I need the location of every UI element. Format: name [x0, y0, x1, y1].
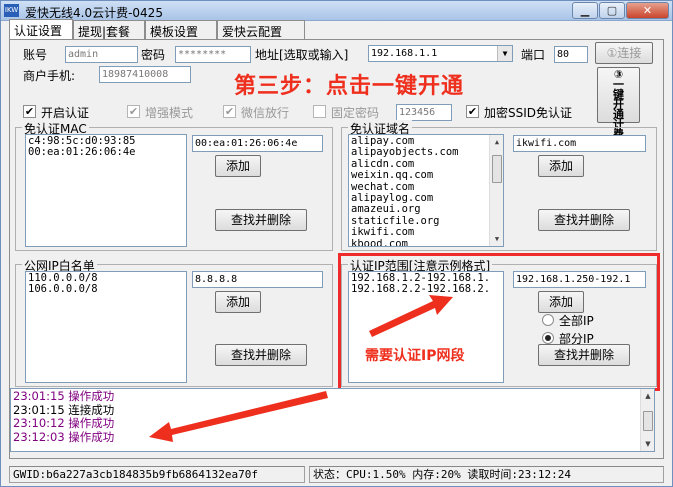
log-scrollbar[interactable]: ▲ ▼: [640, 389, 654, 451]
scroll-up-icon[interactable]: ▲: [490, 135, 503, 149]
list-item[interactable]: ikwifi.com: [351, 226, 501, 238]
port-input[interactable]: 80: [554, 46, 588, 63]
domain-input[interactable]: ikwifi.com: [513, 135, 646, 152]
encrypted-ssid-checkbox[interactable]: ✔: [466, 105, 479, 118]
merchant-phone-label: 商户手机:: [23, 69, 76, 83]
app-window: IKW 爱快无线4.0云计费-0425 ▁ ▢ ✕ 认证设置 提现|套餐 模板设…: [0, 0, 673, 487]
ip-range-note: 需要认证IP网段: [365, 348, 465, 364]
mac-list[interactable]: c4:98:5c:d0:93:85 00:ea:01:26:06:4e: [25, 134, 187, 247]
step3-annotation-text: 第三步：点击一键开通: [234, 74, 465, 99]
mac-find-delete-button[interactable]: 查找并删除: [215, 209, 307, 231]
close-button[interactable]: ✕: [626, 2, 669, 19]
maximize-button[interactable]: ▢: [599, 2, 625, 19]
tab-withdraw-packages[interactable]: 提现|套餐: [73, 20, 145, 39]
encrypted-ssid-label: 加密SSID免认证: [484, 106, 573, 120]
tab-cloud-config[interactable]: 爱快云配置: [217, 20, 305, 39]
public-ip-input[interactable]: 8.8.8.8: [192, 271, 323, 288]
highlight-box: [338, 253, 660, 391]
one-click-activate-button[interactable]: ③ 一 键 开 通 计 费: [597, 67, 640, 140]
mac-input[interactable]: 00:ea:01:26:06:4e: [192, 135, 323, 152]
log-entry: 23:01:15 操作成功: [13, 389, 115, 403]
log-entry: 23:01:15 连接成功: [13, 402, 115, 417]
account-input[interactable]: admin: [65, 46, 138, 63]
wechat-allow-label: 微信放行: [241, 106, 290, 120]
address-value: 192.168.1.1: [371, 48, 438, 59]
scroll-thumb[interactable]: [643, 411, 653, 431]
password-label: 密码: [141, 48, 166, 62]
fixed-password-input[interactable]: 123456: [396, 104, 452, 121]
domain-add-button[interactable]: 添加: [538, 155, 584, 177]
status-cell: 状态：CPU:1.50% 内存:20% 读取时间:23:12:24: [309, 466, 664, 483]
public-ip-find-delete-button[interactable]: 查找并删除: [215, 344, 307, 366]
public-ip-list[interactable]: 110.0.0.0/8 106.0.0.0/8: [25, 271, 187, 383]
title-bar: IKW 爱快无线4.0云计费-0425 ▁ ▢ ✕: [1, 1, 672, 21]
domain-find-delete-button[interactable]: 查找并删除: [538, 209, 630, 231]
list-item[interactable]: kbood.com: [351, 238, 501, 246]
merchant-phone-input[interactable]: 18987410008: [99, 66, 191, 83]
log-panel[interactable]: 23:01:15 操作成功 23:01:15 连接成功 23:10:12 操作成…: [10, 388, 655, 452]
list-item[interactable]: 00:ea:01:26:06:4e: [28, 146, 184, 158]
address-combo[interactable]: 192.168.1.1 ▼: [368, 45, 513, 62]
mac-add-button[interactable]: 添加: [215, 155, 261, 177]
connect-button[interactable]: ①连接: [595, 42, 653, 64]
minimize-button[interactable]: ▁: [572, 2, 598, 19]
domain-list-scrollbar[interactable]: ▲ ▼: [489, 135, 503, 246]
list-item[interactable]: weixin.qq.com: [351, 169, 501, 181]
account-label: 账号: [23, 48, 48, 62]
tab-template-settings[interactable]: 模板设置: [145, 20, 217, 39]
tab-auth-settings[interactable]: 认证设置: [9, 19, 73, 39]
gwid-cell: GWID:b6a227a3cb184835b9fb6864132ea70f: [9, 466, 305, 483]
scroll-down-icon[interactable]: ▼: [490, 232, 503, 246]
log-entry: 23:12:03 操作成功: [13, 429, 115, 444]
address-label: 地址[选取或输入]: [255, 48, 349, 62]
list-item[interactable]: 106.0.0.0/8: [28, 283, 184, 295]
enable-auth-label: 开启认证: [41, 106, 90, 120]
chevron-down-icon[interactable]: ▼: [497, 46, 512, 61]
app-icon: IKW: [4, 4, 19, 17]
log-entry: 23:10:12 操作成功: [13, 416, 115, 431]
scroll-thumb[interactable]: [492, 155, 502, 183]
port-label: 端口: [521, 48, 546, 62]
enhanced-mode-label: 增强模式: [145, 106, 194, 120]
fixed-password-checkbox[interactable]: [313, 105, 326, 118]
enable-auth-checkbox[interactable]: ✔: [23, 105, 36, 118]
scroll-down-icon[interactable]: ▼: [641, 437, 654, 451]
scroll-up-icon[interactable]: ▲: [641, 389, 654, 403]
public-ip-add-button[interactable]: 添加: [215, 291, 261, 313]
domain-list[interactable]: alipay.com alipayobjects.com alicdn.com …: [348, 134, 504, 247]
password-input[interactable]: ********: [175, 46, 251, 63]
fixed-password-label: 固定密码: [331, 106, 380, 120]
wechat-allow-checkbox[interactable]: ✔: [223, 105, 236, 118]
enhanced-mode-checkbox[interactable]: ✔: [127, 105, 140, 118]
